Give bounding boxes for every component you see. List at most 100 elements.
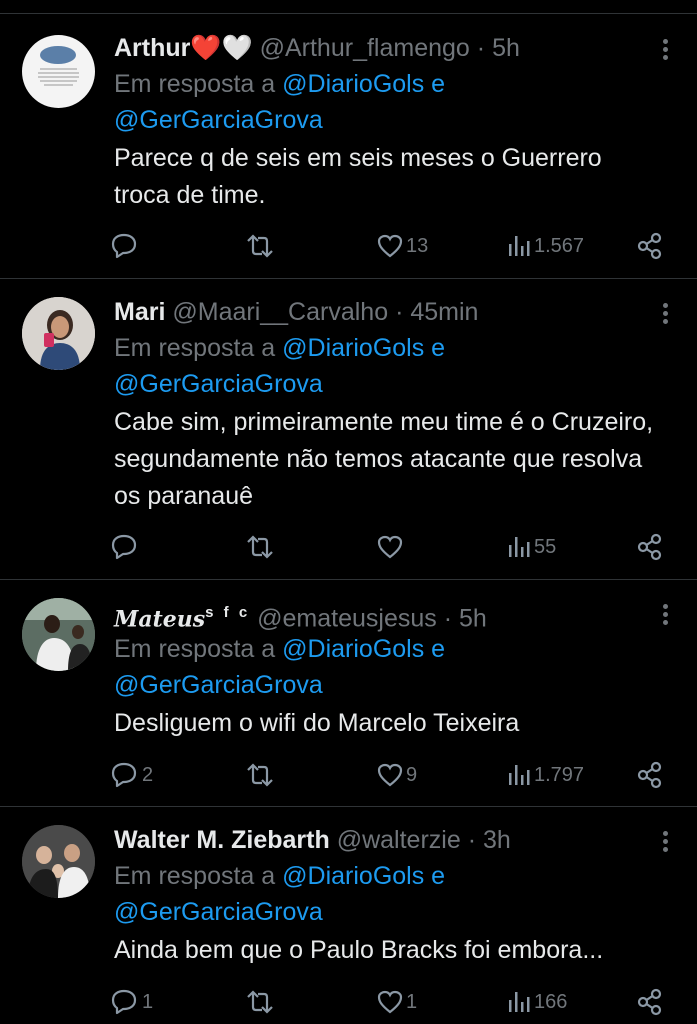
tweet-content: Arthur❤️🤍 @Arthur_flamengo · 5h Em respo… bbox=[114, 30, 657, 214]
views-icon bbox=[509, 537, 530, 557]
share-button[interactable] bbox=[636, 987, 664, 1017]
share-icon bbox=[637, 533, 662, 561]
user-handle[interactable]: @walterzie bbox=[337, 826, 461, 854]
views-button[interactable]: 1.567 bbox=[506, 231, 584, 261]
like-button[interactable] bbox=[376, 532, 406, 562]
user-handle[interactable]: @Arthur_flamengo bbox=[260, 34, 470, 62]
tweet[interactable]: Mateuss f c @emateusjesus · 5h Em respos… bbox=[0, 580, 697, 807]
retweet-button[interactable] bbox=[244, 231, 278, 261]
tweet-time[interactable]: 45min bbox=[410, 298, 478, 326]
views-count: 1.567 bbox=[534, 234, 585, 257]
tweet-text: Ainda bem que o Paulo Bracks foi embora.… bbox=[114, 936, 604, 964]
share-button[interactable] bbox=[636, 231, 664, 261]
user-handle[interactable]: @Maari__Carvalho bbox=[172, 298, 388, 326]
separator-dot: · bbox=[443, 604, 453, 633]
heart-icon bbox=[377, 234, 403, 258]
avatar[interactable] bbox=[22, 825, 95, 898]
display-name[interactable]: Mateus bbox=[114, 606, 205, 632]
reply-button[interactable]: 2 bbox=[108, 760, 153, 790]
like-button[interactable]: 13 bbox=[376, 231, 428, 261]
share-icon bbox=[637, 988, 662, 1016]
tweet-content: Mari @Maari__Carvalho · 45min Em respost… bbox=[114, 294, 657, 515]
tweet[interactable]: Arthur❤️🤍 @Arthur_flamengo · 5h Em respo… bbox=[0, 15, 697, 279]
views-icon bbox=[509, 236, 530, 256]
tweet-actions: 2 9 1.797 bbox=[108, 760, 668, 790]
display-name[interactable]: Mari bbox=[114, 298, 165, 326]
top-divider bbox=[0, 0, 697, 14]
like-count: 13 bbox=[406, 234, 429, 257]
reply-conjunction[interactable]: e bbox=[431, 862, 445, 890]
more-icon[interactable] bbox=[661, 831, 669, 853]
tweet-header: Arthur❤️🤍 @Arthur_flamengo · 5h bbox=[114, 30, 657, 66]
reply-conjunction[interactable]: e bbox=[431, 334, 445, 362]
mention-link[interactable]: @DiarioGols bbox=[282, 862, 424, 890]
display-name[interactable]: Arthur bbox=[114, 34, 190, 62]
tweet-text: Cabe sim, primeiramente meu time é o Cru… bbox=[114, 408, 654, 510]
name-suffix: s f c bbox=[205, 604, 251, 621]
reply-conjunction[interactable]: e bbox=[431, 635, 445, 663]
share-icon bbox=[637, 232, 662, 260]
tweet-time[interactable]: 3h bbox=[483, 826, 511, 854]
mention-link[interactable]: @GerGarciaGrova bbox=[114, 106, 323, 134]
tweet-time[interactable]: 5h bbox=[459, 604, 487, 632]
tweet-actions: 1 1 166 bbox=[108, 987, 668, 1017]
mention-link[interactable]: @DiarioGols bbox=[282, 334, 424, 362]
share-button[interactable] bbox=[636, 532, 664, 562]
reply-button[interactable] bbox=[108, 231, 142, 261]
views-button[interactable]: 166 bbox=[506, 987, 567, 1017]
display-name[interactable]: Walter M. Ziebarth bbox=[114, 826, 330, 854]
reply-context: Em resposta a @DiarioGols e @GerGarciaGr… bbox=[114, 66, 657, 138]
views-button[interactable]: 1.797 bbox=[506, 760, 584, 790]
heart-icon bbox=[377, 990, 403, 1014]
heart-icon bbox=[377, 535, 403, 559]
reply-count: 1 bbox=[142, 990, 154, 1013]
mention-link[interactable]: @GerGarciaGrova bbox=[114, 671, 323, 699]
reply-button[interactable]: 1 bbox=[108, 987, 153, 1017]
like-button[interactable]: 9 bbox=[376, 760, 417, 790]
reply-count: 2 bbox=[142, 763, 154, 786]
separator-dot: · bbox=[395, 298, 404, 326]
share-icon bbox=[637, 761, 662, 789]
reply-conjunction[interactable]: e bbox=[431, 70, 445, 98]
like-button[interactable]: 1 bbox=[376, 987, 417, 1017]
mention-link[interactable]: @DiarioGols bbox=[282, 635, 424, 663]
views-icon bbox=[509, 765, 530, 785]
tweet[interactable]: Walter M. Ziebarth @walterzie · 3h Em re… bbox=[0, 807, 697, 1024]
share-button[interactable] bbox=[636, 760, 664, 790]
avatar[interactable] bbox=[22, 35, 95, 108]
retweet-icon bbox=[247, 234, 273, 258]
heart-icon bbox=[377, 763, 403, 787]
reply-feed: Arthur❤️🤍 @Arthur_flamengo · 5h Em respo… bbox=[0, 0, 697, 1024]
tweet-header: Mari @Maari__Carvalho · 45min bbox=[114, 294, 657, 330]
retweet-icon bbox=[247, 535, 273, 559]
retweet-icon bbox=[247, 990, 273, 1014]
views-count: 166 bbox=[534, 990, 568, 1013]
tweet-time[interactable]: 5h bbox=[492, 34, 520, 62]
reply-context: Em resposta a @DiarioGols e @GerGarciaGr… bbox=[114, 330, 657, 402]
tweet-text: Desliguem o wifi do Marcelo Teixeira bbox=[114, 709, 520, 737]
views-count: 55 bbox=[534, 535, 557, 558]
avatar[interactable] bbox=[22, 297, 95, 370]
reply-icon bbox=[111, 233, 137, 259]
tweet-text: Parece q de seis em seis meses o Guerrer… bbox=[114, 144, 602, 209]
reply-icon bbox=[111, 762, 137, 788]
views-button[interactable]: 55 bbox=[506, 532, 556, 562]
more-icon[interactable] bbox=[661, 604, 669, 626]
retweet-icon bbox=[247, 763, 273, 787]
reply-button[interactable] bbox=[108, 532, 142, 562]
separator-dot: · bbox=[476, 34, 486, 62]
retweet-button[interactable] bbox=[244, 987, 278, 1017]
user-handle[interactable]: @emateusjesus bbox=[257, 604, 437, 632]
mention-link[interactable]: @GerGarciaGrova bbox=[114, 370, 323, 398]
reply-icon bbox=[111, 989, 137, 1015]
more-icon[interactable] bbox=[661, 303, 669, 325]
retweet-button[interactable] bbox=[244, 760, 278, 790]
reply-context: Em resposta a @DiarioGols e @GerGarciaGr… bbox=[114, 631, 657, 703]
tweet[interactable]: Mari @Maari__Carvalho · 45min Em respost… bbox=[0, 279, 697, 580]
mention-link[interactable]: @DiarioGols bbox=[282, 70, 424, 98]
mention-link[interactable]: @GerGarciaGrova bbox=[114, 898, 323, 926]
retweet-button[interactable] bbox=[244, 532, 278, 562]
avatar[interactable] bbox=[22, 598, 95, 671]
reply-prefix: Em resposta a bbox=[114, 70, 276, 98]
more-icon[interactable] bbox=[661, 39, 669, 61]
